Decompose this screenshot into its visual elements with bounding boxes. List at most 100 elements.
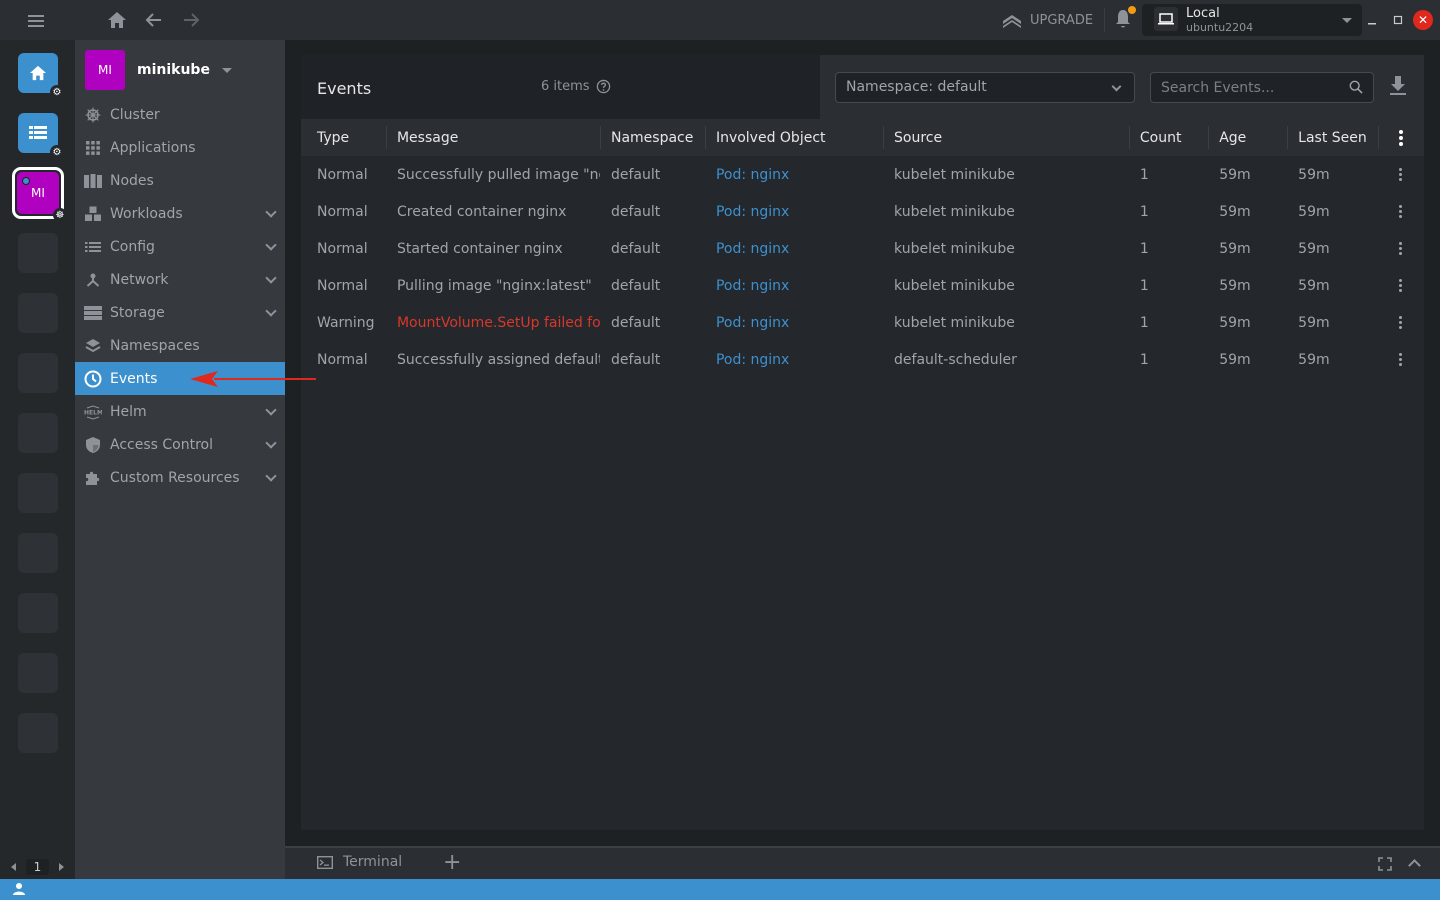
forward-arrow-icon[interactable] — [181, 10, 201, 30]
hotbar-empty-slot[interactable] — [18, 473, 58, 513]
sidebar-item-cluster[interactable]: Cluster — [75, 98, 285, 131]
chevron-down-icon[interactable] — [265, 239, 277, 251]
sidebar-item-helm[interactable]: HELM Helm — [75, 395, 285, 428]
kebab-menu-icon[interactable] — [1389, 168, 1413, 181]
search-input[interactable] — [1151, 73, 1331, 102]
column-header-count[interactable]: Count — [1128, 119, 1208, 156]
column-header-involved-object[interactable]: Involved Object — [704, 119, 883, 156]
cell-type: Normal — [317, 203, 368, 220]
sidebar-item-access-control[interactable]: Access Control — [75, 428, 285, 461]
hotbar-home[interactable]: ⚙ — [18, 53, 64, 99]
chevron-down-icon[interactable] — [265, 206, 277, 218]
chevron-down-icon[interactable] — [265, 404, 277, 416]
cell-age: 59m — [1219, 351, 1251, 368]
sidebar-item-custom-resources[interactable]: Custom Resources — [75, 461, 285, 494]
notifications-button[interactable] — [1114, 6, 1136, 31]
sidebar-item-nodes[interactable]: Nodes — [75, 164, 285, 197]
sidebar-item-network[interactable]: Network — [75, 263, 285, 296]
hotbar-empty-slot[interactable] — [18, 413, 58, 453]
hotbar-empty-slot[interactable] — [18, 533, 58, 573]
column-header-namespace[interactable]: Namespace — [599, 119, 705, 156]
cell-involved-object-link[interactable]: Pod: nginx — [705, 304, 883, 341]
cell-age: 59m — [1219, 166, 1251, 183]
column-header-type[interactable]: Type — [301, 119, 386, 156]
column-menu[interactable] — [1377, 119, 1424, 156]
cluster-selector[interactable]: MI minikube — [85, 50, 232, 90]
back-arrow-icon[interactable] — [144, 10, 164, 30]
cell-source: kubelet minikube — [894, 240, 1015, 257]
fullscreen-icon[interactable] — [1378, 857, 1392, 871]
sidebar-item-applications[interactable]: Applications — [75, 131, 285, 164]
kebab-menu-icon[interactable] — [1389, 205, 1413, 218]
chevron-down-icon[interactable] — [265, 272, 277, 284]
chevron-down-icon[interactable] — [265, 437, 277, 449]
sidebar-item-workloads[interactable]: Workloads — [75, 197, 285, 230]
cluster-name: minikube — [137, 62, 210, 78]
help-icon[interactable] — [596, 79, 611, 94]
table-row[interactable]: Normal Pulling image "nginx:latest" defaul… — [301, 267, 1424, 304]
hotbar-catalog[interactable]: ⚙ — [18, 113, 64, 159]
clock-icon — [84, 370, 102, 388]
prev-page-icon[interactable] — [10, 863, 16, 871]
hotbar-empty-slot[interactable] — [18, 293, 58, 333]
cell-actions — [1378, 156, 1424, 193]
menu-icon[interactable] — [28, 13, 44, 27]
cell-actions — [1378, 341, 1424, 378]
close-icon: ✕ — [1417, 13, 1429, 27]
table-row[interactable]: Normal Started container nginx default Pod:… — [301, 230, 1424, 267]
chevron-down-icon[interactable] — [265, 470, 277, 482]
column-header-message[interactable]: Message — [385, 119, 600, 156]
next-page-icon[interactable] — [59, 863, 65, 871]
chevron-up-icon[interactable] — [1408, 859, 1421, 872]
upgrade-button[interactable]: UPGRADE — [1002, 8, 1093, 32]
maximize-button[interactable] — [1388, 10, 1408, 30]
kebab-menu-icon[interactable] — [1389, 242, 1413, 255]
cell-namespace: default — [610, 240, 661, 257]
column-header-source[interactable]: Source — [883, 119, 1129, 156]
column-header-age[interactable]: Age — [1208, 119, 1287, 156]
sidebar-item-config[interactable]: Config — [75, 230, 285, 263]
user-icon[interactable] — [12, 882, 26, 896]
cell-last-seen: 59m — [1298, 277, 1330, 294]
context-selector[interactable]: Local ubuntu2204 — [1142, 4, 1362, 36]
home-icon[interactable] — [107, 10, 127, 30]
sidebar-item-namespaces[interactable]: Namespaces — [75, 329, 285, 362]
table-row[interactable]: Normal Created container nginx default Pod:… — [301, 193, 1424, 230]
chevron-down-icon[interactable] — [265, 305, 277, 317]
cell-count: 1 — [1139, 203, 1149, 220]
cell-involved-object-link[interactable]: Pod: nginx — [705, 193, 883, 230]
maximize-icon — [1393, 15, 1403, 25]
cell-last-seen: 59m — [1298, 240, 1330, 257]
terminal-tab[interactable]: Terminal — [317, 854, 402, 870]
download-icon[interactable] — [1388, 75, 1408, 97]
close-button[interactable]: ✕ — [1413, 10, 1433, 30]
hotbar-cluster-minikube[interactable]: MI ☸ — [12, 167, 67, 222]
kebab-menu-icon[interactable] — [1389, 353, 1413, 366]
cell-involved-object-link[interactable]: Pod: nginx — [705, 230, 883, 267]
hotbar-empty-slot[interactable] — [18, 353, 58, 393]
kebab-menu-icon[interactable] — [1389, 316, 1413, 329]
new-tab-plus-icon[interactable]: + — [443, 850, 461, 875]
cell-involved-object-link[interactable]: Pod: nginx — [705, 156, 883, 193]
kebab-menu-icon[interactable] — [1389, 129, 1413, 146]
main-content: Events 6 items Namespace: default Type M… — [285, 40, 1440, 848]
sidebar-item-label: Custom Resources — [110, 469, 240, 486]
cell-involved-object-link[interactable]: Pod: nginx — [705, 267, 883, 304]
search-icon[interactable] — [1349, 80, 1363, 94]
namespace-select[interactable]: Namespace: default — [835, 72, 1135, 103]
table-row[interactable]: Normal Successfully assigned default/ngin… — [301, 341, 1424, 378]
table-row[interactable]: Normal Successfully pulled image "nginx:l… — [301, 156, 1424, 193]
cell-involved-object-link[interactable]: Pod: nginx — [705, 341, 883, 378]
table-row[interactable]: Warning MountVolume.SetUp failed for volu… — [301, 304, 1424, 341]
column-header-last-seen[interactable]: Last Seen — [1287, 119, 1378, 156]
kebab-menu-icon[interactable] — [1389, 279, 1413, 292]
minimize-button[interactable] — [1362, 10, 1382, 30]
hotbar-empty-slot[interactable] — [18, 653, 58, 693]
hotbar-empty-slot[interactable] — [18, 713, 58, 753]
cell-count: 1 — [1139, 351, 1149, 368]
hotbar-empty-slot[interactable] — [18, 593, 58, 633]
sidebar-item-events[interactable]: Events — [75, 362, 285, 395]
hotbar-empty-slot[interactable] — [18, 233, 58, 273]
helm-wheel-icon — [84, 106, 102, 124]
sidebar-item-storage[interactable]: Storage — [75, 296, 285, 329]
